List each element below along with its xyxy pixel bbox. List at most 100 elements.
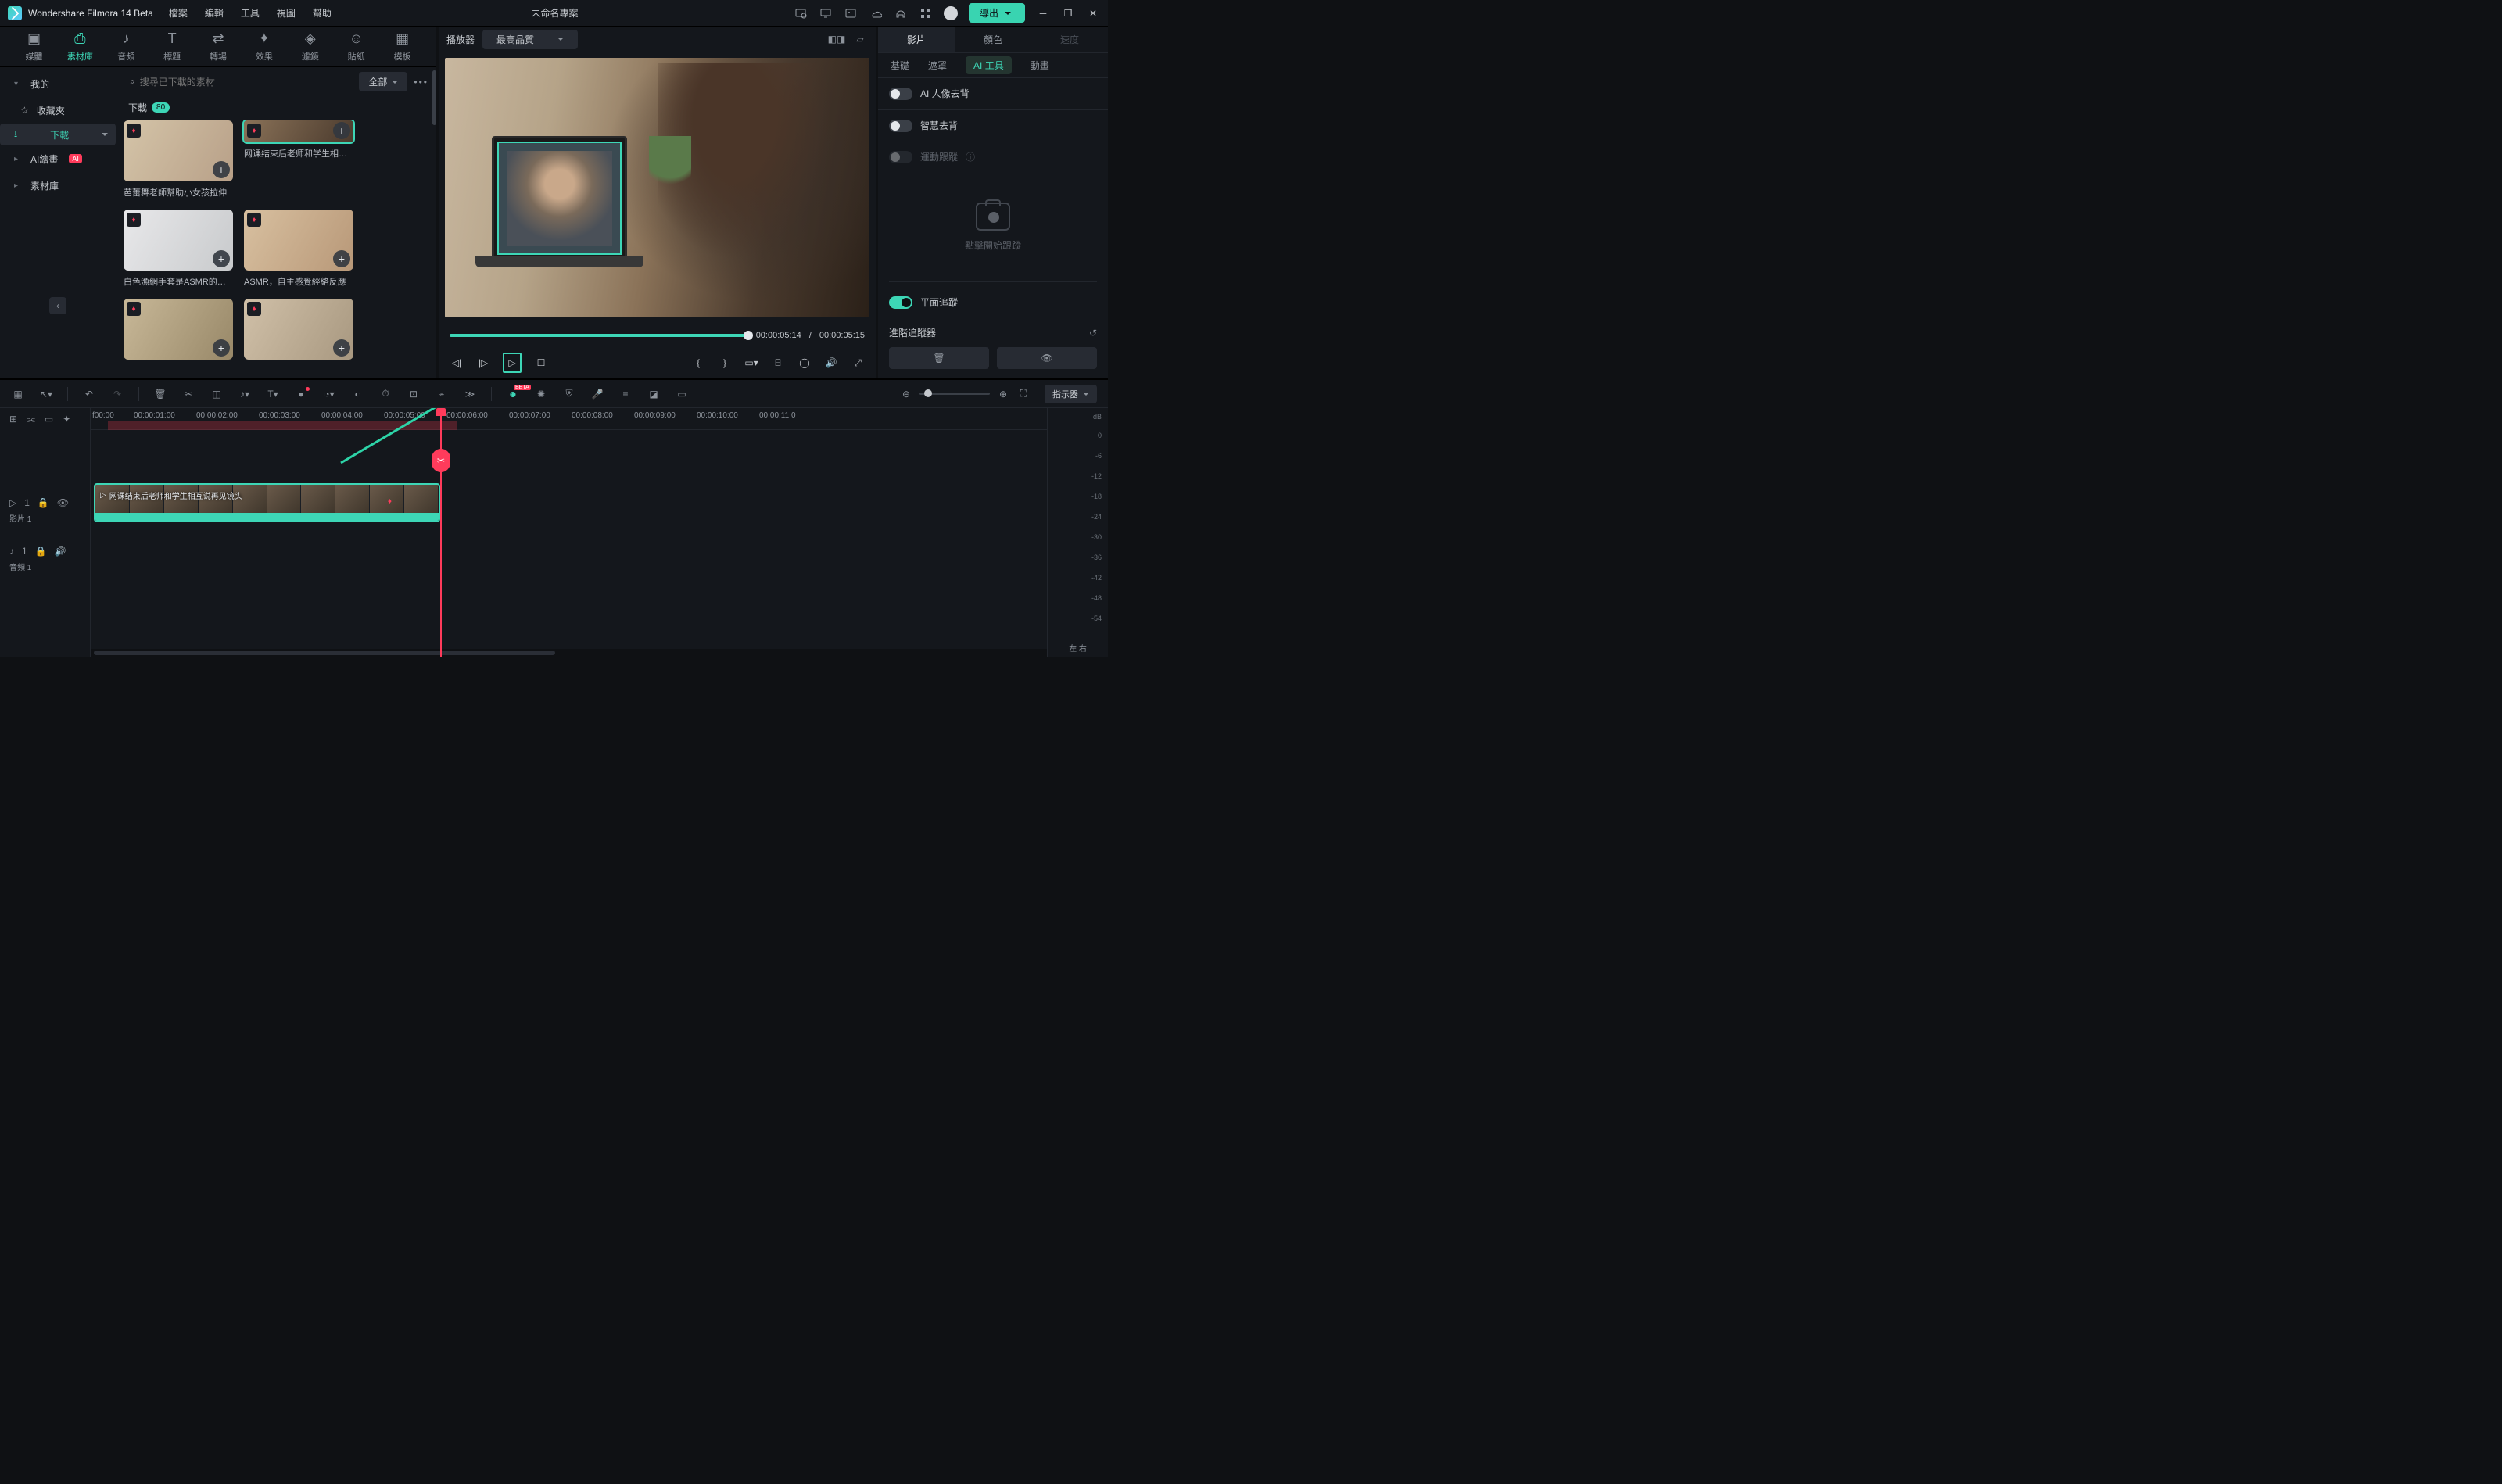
subtab-aitools[interactable]: AI 工具 xyxy=(966,56,1012,74)
maximize-button[interactable]: ❐ xyxy=(1061,8,1075,19)
add-button[interactable]: + xyxy=(213,250,230,267)
tab-media[interactable]: ▣媒體 xyxy=(11,30,57,63)
apps-icon[interactable] xyxy=(919,6,933,20)
h-scrollbar[interactable] xyxy=(94,651,555,655)
snapshot-button[interactable]: ◯ xyxy=(798,357,812,368)
tool-speed[interactable]: ◔▾ xyxy=(322,389,336,400)
sidebar-stock[interactable]: ▸素材庫 xyxy=(0,172,116,199)
timeline-clip[interactable]: ▷网课结束后老师和学生相互说再见镜头 ♦ xyxy=(94,483,440,522)
tl-icon-2[interactable]: ⫘ xyxy=(27,414,35,425)
display-icon[interactable] xyxy=(819,6,833,20)
view-tracker-button[interactable]: 👁 xyxy=(997,347,1097,369)
add-button[interactable]: + xyxy=(213,339,230,357)
tool-redo[interactable]: ↷ xyxy=(110,389,124,400)
tool-crop[interactable]: ◫ xyxy=(210,389,224,400)
more-icon[interactable]: ••• xyxy=(414,77,428,88)
media-card[interactable]: ♦+ xyxy=(124,299,233,364)
media-card[interactable]: ♦+ 白色漁網手套是ASMR的最… xyxy=(124,210,233,288)
mark-out-button[interactable]: } xyxy=(718,357,732,368)
media-card[interactable]: ♦+ 芭蕾舞老師幫助小女孩拉伸 xyxy=(124,120,233,199)
subtab-mask[interactable]: 遮罩 xyxy=(928,59,947,72)
subtab-anim[interactable]: 動畫 xyxy=(1031,59,1049,72)
tool-timer[interactable]: ⏱ xyxy=(378,388,393,400)
sidebar-favorites[interactable]: ☆收藏夾 xyxy=(0,97,116,124)
rtab-video[interactable]: 影片 xyxy=(878,27,955,52)
delete-tracker-button[interactable]: 🗑 xyxy=(889,347,989,369)
filter-dropdown[interactable]: 全部 xyxy=(359,72,407,91)
zoom-slider[interactable] xyxy=(919,393,990,395)
tool-shield[interactable]: ⛨ xyxy=(562,388,576,400)
cloud-icon[interactable] xyxy=(869,6,883,20)
menu-tools[interactable]: 工具 xyxy=(241,6,260,20)
track-target-icon[interactable] xyxy=(976,203,1010,231)
tab-template[interactable]: ▦模板 xyxy=(379,30,425,63)
mark-in-button[interactable]: { xyxy=(691,357,705,368)
prev-frame-button[interactable]: ◁| xyxy=(450,357,464,368)
sidebar-aigen[interactable]: ▸AI繪畫AI xyxy=(0,145,116,172)
headphones-icon[interactable] xyxy=(894,6,908,20)
tool-mic[interactable]: 🎤 xyxy=(590,389,604,400)
export-button[interactable]: 導出 xyxy=(969,3,1025,23)
add-button[interactable]: + xyxy=(333,250,350,267)
tl-icon-3[interactable]: ▭ xyxy=(45,414,53,425)
tab-stock[interactable]: ⎙素材庫 xyxy=(57,30,103,63)
zoom-fit-button[interactable]: ⛶ xyxy=(1016,388,1031,400)
quality-dropdown[interactable]: 最高品質 xyxy=(482,30,578,49)
zoom-in-button[interactable]: ⊕ xyxy=(996,389,1010,400)
subtab-basic[interactable]: 基礎 xyxy=(891,59,909,72)
search-input[interactable]: ⌕ xyxy=(124,73,353,91)
zoom-out-button[interactable]: ⊖ xyxy=(899,389,913,400)
picture-icon[interactable]: ▱ xyxy=(852,34,868,45)
scrub-bar[interactable] xyxy=(450,334,748,337)
scrub-handle[interactable] xyxy=(744,331,753,340)
tool-eq[interactable]: ≡ xyxy=(618,389,633,400)
menu-file[interactable]: 檔案 xyxy=(169,6,188,20)
ratio-button[interactable]: ▭▾ xyxy=(744,357,758,368)
timeline-canvas[interactable]: f00:00 00:00:01:00 00:00:02:00 00:00:03:… xyxy=(91,408,1047,657)
play-button[interactable]: ▷ xyxy=(503,353,522,373)
display-button[interactable]: ⌸ xyxy=(771,357,785,369)
tool-link[interactable]: ⫘ xyxy=(435,388,449,400)
menu-help[interactable]: 幫助 xyxy=(313,6,332,20)
toggle-plane-track[interactable] xyxy=(889,296,912,309)
split-button[interactable]: ✂ xyxy=(432,449,450,472)
tool-delete[interactable]: 🗑 xyxy=(153,389,167,400)
tab-filter[interactable]: ◈濾鏡 xyxy=(287,30,333,63)
toggle-ai-portrait[interactable] xyxy=(889,88,912,100)
tool-marker[interactable]: ● xyxy=(294,389,308,400)
screen-record-icon[interactable] xyxy=(794,6,808,20)
media-card[interactable]: ♦+ 网课结束后老师和学生相互… xyxy=(244,120,353,199)
stop-button[interactable]: ☐ xyxy=(534,357,548,368)
tl-icon-1[interactable]: ⊞ xyxy=(9,414,17,425)
tab-transition[interactable]: ⇄轉場 xyxy=(195,30,242,63)
tool-camera[interactable]: ◪ xyxy=(647,389,661,400)
toggle-smart-cutout[interactable] xyxy=(889,120,912,132)
preview-video[interactable] xyxy=(445,58,869,317)
tool-focus[interactable]: ⊡ xyxy=(407,389,421,400)
volume-button[interactable]: 🔊 xyxy=(824,357,838,368)
scrollbar[interactable] xyxy=(432,70,436,125)
media-card[interactable]: ♦+ xyxy=(244,299,353,364)
tool-frame[interactable]: ▭ xyxy=(675,389,689,400)
tool-enhance[interactable]: ✺ xyxy=(534,389,548,400)
minimize-button[interactable]: ─ xyxy=(1036,8,1050,19)
menu-view[interactable]: 視圖 xyxy=(277,6,296,20)
tool-audio[interactable]: ♪▾ xyxy=(238,389,252,400)
menu-edit[interactable]: 編輯 xyxy=(205,6,224,20)
tool-text[interactable]: T▾ xyxy=(266,389,280,400)
indicator-dropdown[interactable]: 指示器 xyxy=(1045,385,1097,403)
tool-color[interactable]: ◐ xyxy=(350,389,364,400)
add-button[interactable]: + xyxy=(333,339,350,357)
tool-marquee[interactable]: ▦ xyxy=(11,389,25,400)
tab-sticker[interactable]: ☺貼紙 xyxy=(333,30,379,63)
add-button[interactable]: + xyxy=(333,122,350,139)
tool-pointer[interactable]: ↖▾ xyxy=(39,389,53,400)
sidebar-downloads[interactable]: ⭳下載 xyxy=(0,124,116,145)
tab-effect[interactable]: ✦效果 xyxy=(241,30,287,63)
fullscreen-button[interactable]: ⤢ xyxy=(851,357,865,369)
step-back-button[interactable]: |▷ xyxy=(476,357,490,368)
add-button[interactable]: + xyxy=(213,161,230,178)
rtab-color[interactable]: 顏色 xyxy=(955,27,1031,52)
avatar[interactable] xyxy=(944,6,958,20)
compare-icon[interactable]: ◧◨ xyxy=(829,34,844,45)
